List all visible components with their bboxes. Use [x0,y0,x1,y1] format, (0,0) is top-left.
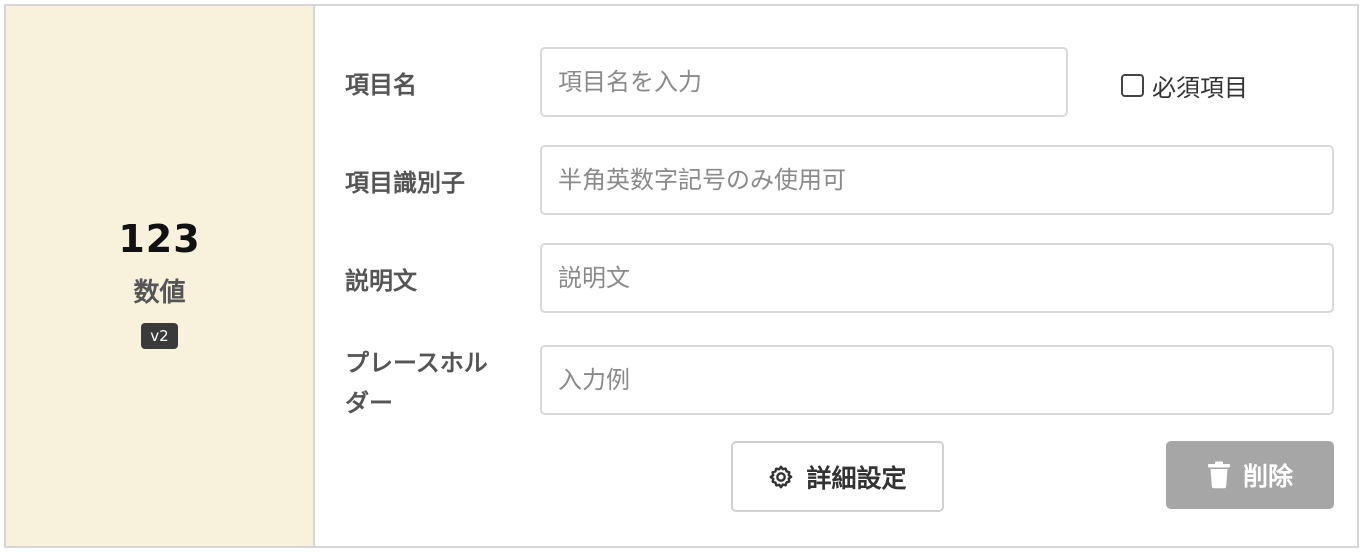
field-type-panel: 123 数値 v2 [6,6,315,546]
placeholder-label: プレースホル ダー [345,344,488,422]
delete-label: 削除 [1242,462,1293,491]
gear-icon [768,464,794,490]
identifier-label: 項目識別子 [345,169,465,197]
description-label: 説明文 [345,267,417,295]
advanced-settings-label: 詳細設定 [806,463,907,493]
required-checkbox-option[interactable]: 必須項目 [1121,68,1248,103]
required-label: 必須項目 [1152,74,1248,102]
name-label: 項目名 [345,71,417,99]
placeholder-label-line1: プレースホル [345,349,488,377]
field-form: 項目名 必須項目 項目識別子 説明文 プレースホル ダー 詳細設定 [315,6,1357,546]
version-badge: v2 [141,322,178,349]
number-type-icon: 123 [118,216,201,261]
delete-button[interactable]: 削除 [1166,441,1334,509]
identifier-input[interactable] [540,145,1334,215]
required-checkbox[interactable] [1121,74,1144,97]
placeholder-label-line2: ダー [345,389,393,417]
field-card: 123 数値 v2 項目名 必須項目 項目識別子 説明文 プレースホル ダー [4,4,1359,548]
field-type-label: 数値 [133,277,186,308]
description-input[interactable] [540,243,1334,313]
advanced-settings-button[interactable]: 詳細設定 [731,441,944,512]
trash-icon [1207,461,1231,489]
name-input[interactable] [540,47,1068,117]
placeholder-input[interactable] [540,345,1334,415]
